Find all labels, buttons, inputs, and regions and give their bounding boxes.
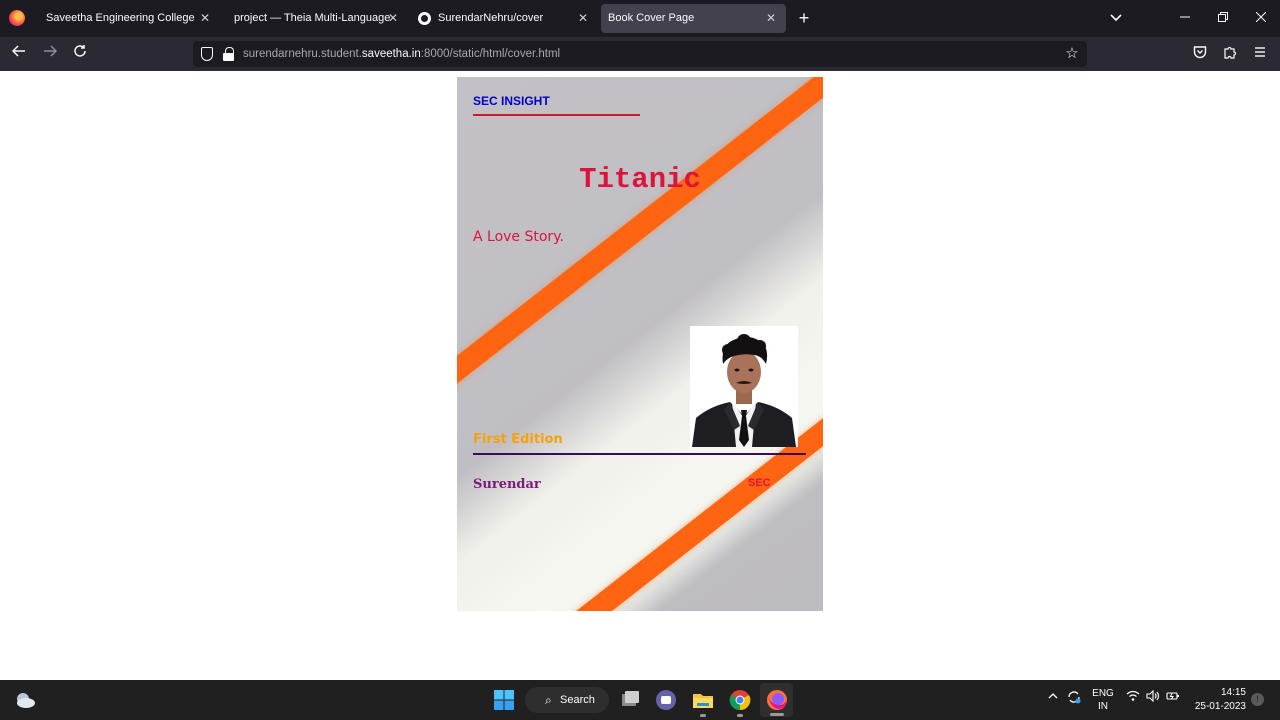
github-icon	[418, 12, 431, 25]
chrome-icon[interactable]	[728, 688, 752, 712]
pocket-icon[interactable]	[1189, 43, 1211, 65]
insecure-lock-icon[interactable]	[223, 47, 235, 61]
close-tab-icon[interactable]: ✕	[386, 4, 400, 33]
author-portrait-image	[690, 326, 798, 447]
firefox-taskbar-button[interactable]	[760, 683, 793, 717]
tab-label: project — Theia Multi-Language Ex	[234, 12, 391, 24]
book-edition: First Edition	[473, 432, 563, 447]
firefox-icon	[9, 10, 25, 26]
weather-cloud-icon[interactable]	[14, 690, 36, 710]
book-cover: SEC INSIGHT Titanic A Love Story. First …	[457, 77, 823, 611]
tracking-protection-shield-icon[interactable]	[201, 47, 213, 61]
running-indicator	[737, 714, 743, 717]
wifi-icon[interactable]	[1126, 690, 1140, 705]
new-tab-button[interactable]: +	[795, 8, 813, 28]
sync-icon[interactable]	[1066, 689, 1082, 708]
brand-underline	[473, 114, 640, 116]
file-explorer-icon[interactable]	[691, 688, 715, 712]
navigation-toolbar: surendarnehru.student.saveetha.in:8000/s…	[0, 37, 1280, 71]
page-viewport: SEC INSIGHT Titanic A Love Story. First …	[0, 71, 1280, 680]
minimize-icon[interactable]	[1175, 8, 1195, 28]
firefox-icon	[767, 690, 787, 710]
search-icon: ⌕	[545, 693, 552, 707]
tab-label: Saveetha Engineering College	[46, 12, 195, 24]
address-bar[interactable]: surendarnehru.student.saveetha.in:8000/s…	[193, 41, 1087, 67]
chevron-down-icon[interactable]	[1107, 9, 1125, 27]
teams-chat-icon[interactable]	[654, 688, 678, 712]
battery-icon[interactable]	[1166, 690, 1180, 705]
tab-label: Book Cover Page	[608, 12, 695, 24]
volume-icon[interactable]	[1146, 689, 1160, 705]
tab-bar: Saveetha Engineering College ✕ project —…	[0, 0, 1280, 37]
tab-saveetha[interactable]: Saveetha Engineering College ✕	[34, 4, 220, 33]
tab-book-cover[interactable]: Book Cover Page ✕	[601, 4, 786, 33]
reload-button[interactable]	[69, 43, 91, 65]
tab-github[interactable]: SurendarNehru/cover ✕	[410, 4, 598, 33]
close-tab-icon[interactable]: ✕	[764, 4, 778, 33]
cover-brand: SEC INSIGHT	[473, 94, 550, 108]
forward-button[interactable]	[39, 43, 61, 65]
system-clock[interactable]: 14:15 25-01-2023	[1190, 686, 1246, 714]
task-view-icon[interactable]	[618, 688, 642, 712]
bookmark-star-icon[interactable]: ☆	[1061, 43, 1083, 65]
restore-icon[interactable]	[1213, 8, 1233, 28]
close-tab-icon[interactable]: ✕	[576, 4, 590, 33]
menu-hamburger-icon[interactable]	[1249, 43, 1271, 65]
book-author: Surendar	[473, 477, 541, 492]
notification-bell-icon[interactable]: !	[1251, 693, 1264, 706]
back-button[interactable]	[8, 43, 30, 65]
windows-start-icon[interactable]	[492, 688, 516, 712]
tray-overflow-chevron-icon[interactable]	[1047, 690, 1059, 705]
tab-theia[interactable]: project — Theia Multi-Language Ex ✕	[222, 4, 408, 33]
url-text[interactable]: surendarnehru.student.saveetha.in:8000/s…	[243, 41, 560, 67]
book-subtitle: A Love Story.	[473, 229, 564, 245]
book-title: Titanic	[579, 163, 701, 196]
close-tab-icon[interactable]: ✕	[198, 4, 212, 33]
extensions-icon[interactable]	[1219, 43, 1241, 65]
active-indicator	[770, 713, 784, 716]
clock-date: 25-01-2023	[1194, 701, 1246, 712]
author-photo	[690, 326, 798, 447]
tab-label: SurendarNehru/cover	[438, 12, 544, 24]
book-publisher: SEC	[748, 477, 771, 489]
edition-divider	[473, 453, 806, 455]
taskbar-search-button[interactable]: ⌕ Search	[525, 687, 609, 713]
language-indicator[interactable]: ENG IN	[1092, 687, 1114, 713]
close-window-icon[interactable]	[1251, 8, 1271, 28]
windows-taskbar: ⌕ Search ENG IN 14:15 25-01-2023 !	[0, 680, 1280, 720]
search-label: Search	[560, 694, 595, 706]
clock-time: 14:15	[1220, 687, 1246, 698]
running-indicator	[700, 714, 706, 717]
